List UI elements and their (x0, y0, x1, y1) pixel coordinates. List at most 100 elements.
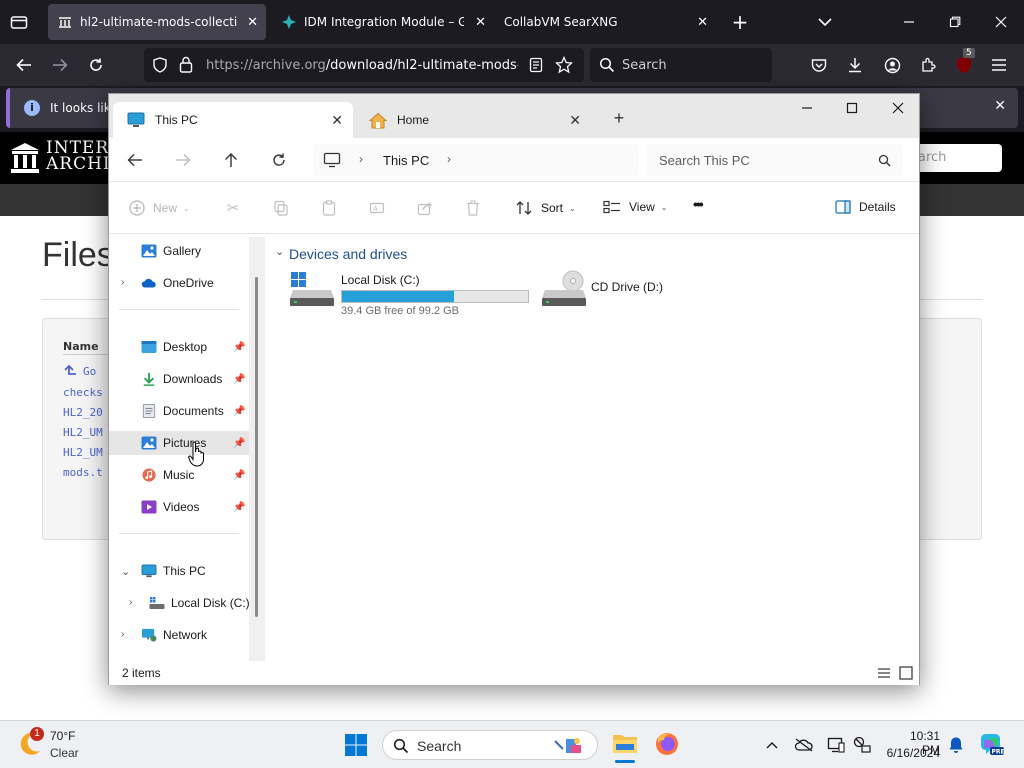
nav-item-downloads[interactable]: Downloads 📌 (141, 367, 249, 391)
copilot-icon[interactable]: PRE (978, 731, 1006, 759)
url-bar[interactable]: https://archive.org/download/hl2-ultimat… (144, 48, 584, 82)
view-button[interactable]: View ⌄ (603, 200, 668, 214)
pocket-icon[interactable] (808, 54, 830, 76)
pin-icon[interactable]: 📌 (233, 438, 245, 449)
bell-icon[interactable] (946, 735, 966, 755)
new-tab-icon[interactable]: + (609, 108, 629, 128)
sort-button[interactable]: Sort ⌄ (515, 200, 576, 216)
rename-icon[interactable]: A (367, 198, 387, 218)
close-tab-icon[interactable]: ✕ (475, 15, 486, 30)
file-link[interactable]: HL2_UM (63, 426, 103, 439)
nav-item-gallery[interactable]: Gallery (141, 239, 251, 263)
drive-local-disk[interactable]: Local Disk (C:) 39.4 GB free of 99.2 GB (285, 267, 535, 317)
refresh-icon[interactable] (269, 150, 289, 170)
windows-start-icon[interactable] (344, 733, 368, 757)
taskbar-firefox[interactable] (654, 731, 682, 759)
nav-scrollbar[interactable] (249, 237, 265, 661)
new-tab-icon[interactable]: + (729, 10, 751, 34)
forward-icon[interactable] (49, 54, 71, 76)
browser-tab-archive[interactable]: hl2-ultimate-mods-collection ✕ (48, 4, 266, 40)
browser-tab-searxng[interactable]: CollabVM SearXNG ✕ (494, 4, 716, 40)
breadcrumb-this-pc[interactable]: This PC (383, 153, 429, 168)
explorer-search-input[interactable]: Search This PC (647, 144, 903, 176)
chevron-right-icon[interactable]: › (121, 629, 124, 640)
details-pane-button[interactable]: Details (835, 200, 896, 214)
clock-date[interactable]: 6/16/2024 (884, 746, 940, 760)
display-icon[interactable] (826, 735, 846, 755)
pin-icon[interactable]: 📌 (233, 406, 245, 417)
taskbar-search-input[interactable]: Search (382, 730, 598, 760)
browser-search-box[interactable]: Search (590, 48, 772, 82)
bookmark-star-icon[interactable] (555, 56, 573, 74)
reload-icon[interactable] (85, 54, 107, 76)
weather-temperature[interactable]: 70°F (50, 729, 75, 743)
paste-icon[interactable] (319, 198, 339, 218)
chevron-right-icon[interactable]: › (121, 277, 124, 288)
file-link[interactable]: HL2_UM (63, 446, 103, 459)
nav-item-pictures[interactable]: Pictures 📌 (109, 431, 249, 455)
chevron-down-icon[interactable] (814, 11, 836, 33)
weather-widget[interactable]: 1 (14, 727, 48, 761)
group-header-devices[interactable]: ⌄ Devices and drives (275, 246, 407, 262)
up-arrow-icon[interactable] (221, 150, 241, 170)
close-window-icon[interactable] (888, 98, 908, 118)
pin-icon[interactable]: 📌 (233, 470, 245, 481)
chevron-right-icon[interactable]: › (129, 597, 132, 608)
new-button[interactable]: New ⌄ (129, 200, 190, 216)
chevron-right-icon[interactable]: › (447, 152, 451, 166)
pin-icon[interactable]: 📌 (233, 374, 245, 385)
close-tab-icon[interactable]: ✕ (697, 15, 708, 30)
pin-icon[interactable]: 📌 (233, 342, 245, 353)
network-status-icon[interactable] (852, 735, 872, 755)
cut-icon[interactable]: ✂ (223, 198, 243, 218)
lock-icon[interactable] (179, 56, 193, 73)
hamburger-menu-icon[interactable] (988, 54, 1010, 76)
file-link[interactable]: checks (63, 386, 103, 399)
forward-icon[interactable] (173, 150, 193, 170)
close-window-icon[interactable] (990, 11, 1012, 33)
file-link-parent[interactable]: Go (63, 364, 96, 378)
nav-item-desktop[interactable]: Desktop 📌 (141, 335, 249, 359)
taskbar-file-explorer[interactable] (610, 727, 640, 763)
onedrive-offline-icon[interactable] (794, 735, 814, 755)
file-link[interactable]: HL2_20 (63, 406, 103, 419)
back-icon[interactable] (13, 54, 35, 76)
extensions-icon[interactable] (917, 54, 939, 76)
copy-icon[interactable] (271, 198, 291, 218)
nav-item-this-pc[interactable]: This PC (141, 559, 251, 583)
more-options-button[interactable]: ••• (693, 196, 704, 212)
browser-tab-idm[interactable]: IDM Integration Module – Get t ✕ (272, 4, 494, 40)
close-notification-icon[interactable]: ✕ (994, 98, 1006, 114)
site-search-input[interactable]: arch (914, 144, 1002, 172)
reader-view-icon[interactable] (529, 57, 543, 73)
close-tab-icon[interactable]: ✕ (569, 112, 581, 129)
tiles-view-icon[interactable] (899, 666, 913, 680)
shield-icon[interactable] (152, 57, 168, 73)
close-tab-icon[interactable]: ✕ (331, 112, 343, 129)
tab-list-icon[interactable] (8, 11, 30, 33)
nav-item-videos[interactable]: Videos 📌 (141, 495, 249, 519)
nav-item-documents[interactable]: Documents 📌 (141, 399, 249, 423)
restore-icon[interactable] (944, 11, 966, 33)
nav-item-network[interactable]: Network (141, 623, 251, 647)
explorer-tab-this-pc[interactable]: This PC ✕ (113, 102, 353, 138)
nav-item-local-disk[interactable]: Local Disk (C:) (149, 591, 253, 615)
drive-cd[interactable]: CD Drive (D:) (541, 267, 691, 313)
account-icon[interactable] (881, 54, 903, 76)
minimize-icon[interactable] (797, 98, 817, 118)
explorer-tab-home[interactable]: Home ✕ (355, 102, 591, 138)
close-tab-icon[interactable]: ✕ (247, 15, 258, 30)
nav-item-onedrive[interactable]: OneDrive (141, 271, 251, 295)
weather-condition[interactable]: Clear (50, 746, 79, 760)
ublock-extension-icon[interactable]: 5 (953, 48, 975, 76)
chevron-up-icon[interactable] (762, 735, 782, 755)
file-link[interactable]: mods.t (63, 466, 103, 479)
archive-logo-icon[interactable] (10, 142, 40, 174)
column-header-name[interactable]: Name (63, 340, 99, 353)
downloads-icon[interactable] (844, 54, 866, 76)
share-icon[interactable] (415, 198, 435, 218)
scrollbar-thumb[interactable] (255, 277, 258, 617)
pin-icon[interactable]: 📌 (233, 502, 245, 513)
chevron-down-icon[interactable]: ⌄ (121, 565, 130, 578)
breadcrumb[interactable]: › This PC › (313, 144, 639, 176)
